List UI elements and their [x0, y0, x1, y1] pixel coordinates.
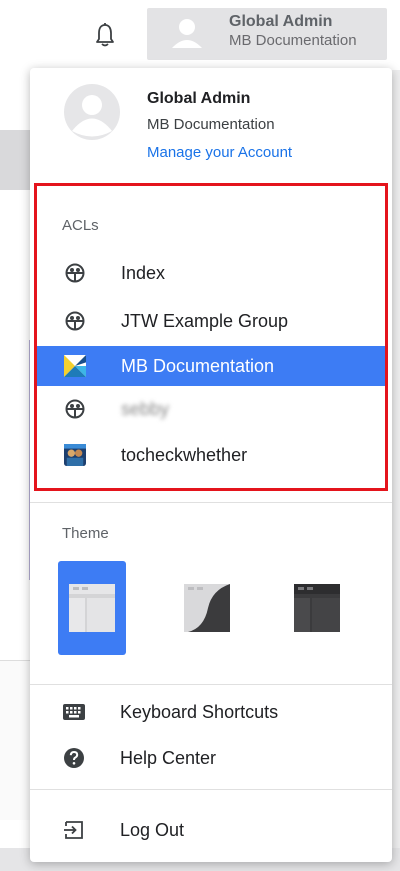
- acl-item-tocheckwhether[interactable]: tocheckwhether: [37, 435, 385, 475]
- theme-light-option[interactable]: [58, 561, 126, 655]
- background-panel: [0, 340, 30, 580]
- acl-item-label: Index: [121, 262, 166, 283]
- acl-item-sebby[interactable]: sebby: [37, 389, 385, 429]
- keyboard-shortcuts-item[interactable]: Keyboard Shortcuts: [30, 692, 392, 732]
- acl-group-icon: [64, 398, 86, 420]
- account-name: Global Admin: [229, 13, 333, 30]
- help-icon: [62, 746, 86, 770]
- account-chip[interactable]: Global Admin MB Documentation: [147, 8, 387, 60]
- mb-logo-icon: [64, 355, 86, 377]
- background-panel: [0, 660, 30, 820]
- account-org: MB Documentation: [229, 32, 357, 49]
- divider: [30, 502, 392, 503]
- acl-item-label: tocheckwhether: [121, 444, 248, 465]
- theme-auto-option[interactable]: [173, 561, 241, 655]
- profile-name: Global Admin: [147, 90, 251, 107]
- menu-item-label: Help Center: [120, 747, 217, 768]
- background-panel: [0, 130, 30, 190]
- acl-item-label: sebby: [121, 398, 170, 419]
- background-panel: [392, 70, 400, 850]
- user-photo-icon: [64, 444, 86, 466]
- acl-group-icon: [64, 310, 86, 332]
- divider: [30, 684, 392, 685]
- notifications-bell-icon[interactable]: [92, 20, 118, 50]
- profile-org: MB Documentation: [147, 116, 275, 133]
- acl-item-index[interactable]: Index: [37, 253, 385, 293]
- acl-group-icon: [64, 262, 86, 284]
- manage-account-link[interactable]: Manage your Account: [147, 144, 292, 161]
- menu-item-label: Keyboard Shortcuts: [120, 701, 279, 722]
- acl-item-label: MB Documentation: [121, 355, 275, 376]
- logout-icon: [62, 818, 86, 842]
- theme-dark-option[interactable]: [283, 561, 351, 655]
- divider: [30, 789, 392, 790]
- acl-item-jtw-example-group[interactable]: JTW Example Group: [37, 301, 385, 341]
- theme-section-label: Theme: [62, 525, 109, 542]
- help-center-item[interactable]: Help Center: [30, 738, 392, 778]
- avatar-icon: [64, 84, 120, 140]
- profile-section: Global Admin MB Documentation Manage you…: [30, 68, 392, 168]
- theme-dark-icon: [294, 584, 340, 632]
- acl-item-label: JTW Example Group: [121, 310, 289, 331]
- log-out-item[interactable]: Log Out: [30, 810, 392, 850]
- keyboard-icon: [62, 700, 86, 724]
- menu-item-label: Log Out: [120, 819, 185, 840]
- avatar-icon: [167, 14, 207, 54]
- acl-section-label: ACLs: [62, 217, 99, 234]
- theme-auto-icon: [184, 584, 230, 632]
- account-dropdown-menu: Global Admin MB Documentation Manage you…: [30, 68, 392, 862]
- acl-item-mb-documentation[interactable]: MB Documentation: [37, 346, 385, 386]
- theme-light-icon: [69, 584, 115, 632]
